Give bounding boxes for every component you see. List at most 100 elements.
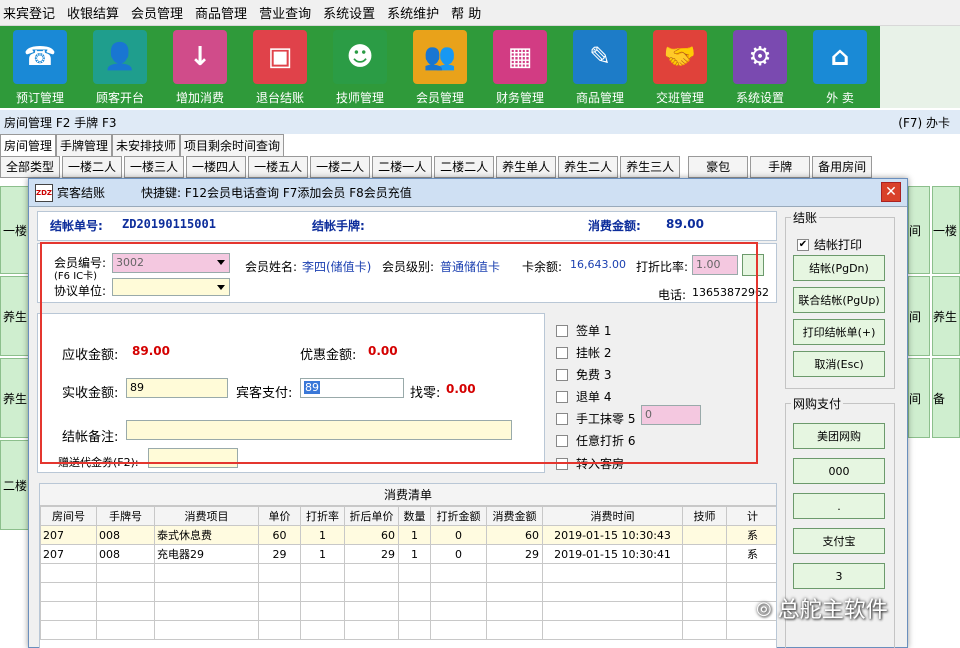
table-cell: 60: [258, 525, 301, 545]
table-row[interactable]: [40, 582, 776, 602]
table-cell: [40, 582, 97, 602]
column-header[interactable]: 消费项目: [154, 506, 259, 526]
room-type-tab[interactable]: 手牌: [750, 156, 811, 178]
table-cell: 29: [258, 544, 301, 564]
menu-item[interactable]: 来宾登记: [0, 3, 64, 22]
room-type-tab[interactable]: 豪包: [688, 156, 749, 178]
online-pay-button-3[interactable]: .: [793, 493, 885, 519]
room-tile[interactable]: 一楼: [932, 186, 960, 274]
sale-tag-icon: ↓: [173, 30, 227, 84]
toolbar-button[interactable]: ▦ 财务管理: [480, 26, 560, 108]
menu-item[interactable]: 帮 助: [448, 3, 490, 22]
meituan-button[interactable]: 美团网购: [793, 423, 885, 449]
table-cell: [486, 563, 543, 583]
table-cell: [398, 601, 431, 621]
room-tile[interactable]: 间: [908, 186, 930, 274]
table-cell: 008: [96, 544, 155, 564]
column-header[interactable]: 打折率: [300, 506, 345, 526]
room-type-tab[interactable]: 一楼二人: [62, 156, 123, 178]
toolbar-button[interactable]: 👤 顾客开台: [80, 26, 160, 108]
toolbar-button-label: 预订管理: [15, 91, 64, 105]
checkout-button[interactable]: 结帐(PgDn): [793, 255, 885, 281]
table-cell: [344, 601, 399, 621]
toolbar-button-label: 会员管理: [415, 91, 464, 105]
close-icon[interactable]: ✕: [881, 182, 901, 202]
column-header[interactable]: 手牌号: [96, 506, 155, 526]
table-cell: [430, 582, 487, 602]
print-bill-button[interactable]: 打印结帐单(+): [793, 319, 885, 345]
room-type-tab[interactable]: 全部类型: [0, 156, 61, 178]
table-cell: [682, 582, 727, 602]
table-row[interactable]: 207 008 充电器29 29 1 29 1 0 29 2019-01-15 10:30:41 系: [40, 544, 776, 564]
toolbar-button[interactable]: ⚙ 系统设置: [720, 26, 800, 108]
dialog-title: 宾客结账: [57, 186, 106, 200]
room-tile[interactable]: 养生: [0, 276, 30, 356]
table-cell: 1: [300, 525, 345, 545]
amount-value: 89.00: [666, 217, 704, 231]
menu-item[interactable]: 会员管理: [128, 3, 192, 22]
table-row[interactable]: [40, 620, 776, 640]
table-row[interactable]: [40, 601, 776, 621]
room-type-tab[interactable]: 养生二人: [558, 156, 619, 178]
room-tile[interactable]: 养生: [0, 358, 30, 438]
room-type-tab[interactable]: 二楼二人: [434, 156, 495, 178]
table-cell: 60: [486, 525, 543, 545]
toolbar-button[interactable]: ↓ 增加消费: [160, 26, 240, 108]
menu-item[interactable]: 收银结算: [64, 3, 128, 22]
column-header[interactable]: 技师: [682, 506, 727, 526]
menu-item[interactable]: 商品管理: [192, 3, 256, 22]
alipay-button[interactable]: 支付宝: [793, 528, 885, 554]
toolbar-button[interactable]: 👥 会员管理: [400, 26, 480, 108]
menu-item[interactable]: 营业查询: [256, 3, 320, 22]
room-tile[interactable]: 一楼: [0, 186, 30, 274]
room-type-tab[interactable]: 一楼三人: [124, 156, 185, 178]
column-header[interactable]: 单价: [258, 506, 301, 526]
room-type-tab[interactable]: 一楼五人: [248, 156, 309, 178]
card-shortcut[interactable]: (F7) 办卡: [898, 114, 960, 131]
online-pay-button-5[interactable]: 3: [793, 563, 885, 589]
main-tab[interactable]: 项目剩余时间查询: [180, 134, 285, 156]
room-type-tab[interactable]: 备用房间: [812, 156, 873, 178]
room-tile[interactable]: 间: [908, 358, 930, 438]
room-type-tab[interactable]: 一楼四人: [186, 156, 247, 178]
column-header[interactable]: 消费时间: [542, 506, 683, 526]
column-header[interactable]: 数量: [398, 506, 431, 526]
table-cell: [96, 582, 155, 602]
headset-person-icon: ☻: [333, 30, 387, 84]
print-receipt-checkbox[interactable]: ✔ 结帐打印: [797, 236, 862, 253]
menu-item[interactable]: 系统设置: [320, 3, 384, 22]
menu-item[interactable]: 系统维护: [384, 3, 448, 22]
toolbar-button[interactable]: ▣ 退台结账: [240, 26, 320, 108]
toolbar-button[interactable]: ☻ 技师管理: [320, 26, 400, 108]
tag-label: 结帐手牌:: [312, 219, 365, 233]
toolbar-button[interactable]: ⌂ 外 卖: [800, 26, 880, 108]
joint-checkout-button[interactable]: 联合结帐(PgUp): [793, 287, 885, 313]
room-type-tab[interactable]: 二楼一人: [372, 156, 433, 178]
column-header[interactable]: 折后单价: [344, 506, 399, 526]
table-row[interactable]: 207 008 泰式休息费 60 1 60 1 0 60 2019-01-15 10:30:43 系: [40, 525, 776, 545]
room-tile[interactable]: 备: [932, 358, 960, 438]
toolbar-button[interactable]: ✎ 商品管理: [560, 26, 640, 108]
consumption-list: 消费清单 房间号 手牌号 消费项目 单价 打折率 折后单价 数量 打折金额 消费金额 消费时间 技师…: [39, 483, 777, 648]
column-header[interactable]: 房间号: [40, 506, 97, 526]
cancel-button[interactable]: 取消(Esc): [793, 351, 885, 377]
room-type-tab[interactable]: 养生单人: [496, 156, 557, 178]
main-tab[interactable]: 手牌管理: [56, 134, 113, 156]
table-cell: [542, 582, 683, 602]
column-header[interactable]: 打折金额: [430, 506, 487, 526]
toolbar-button[interactable]: ☎ 预订管理: [0, 26, 80, 108]
room-tile[interactable]: 养生: [932, 276, 960, 356]
main-tab[interactable]: 房间管理: [0, 134, 57, 156]
room-type-tab[interactable]: 一楼二人: [310, 156, 371, 178]
toolbar-button-label: 外 卖: [826, 91, 854, 105]
column-header[interactable]: 计: [726, 506, 776, 526]
room-type-tab[interactable]: 养生三人: [620, 156, 681, 178]
main-tab[interactable]: 未安排技师: [112, 134, 181, 156]
toolbar-button[interactable]: 🤝 交班管理: [640, 26, 720, 108]
room-tile[interactable]: 二楼: [0, 440, 30, 530]
room-tile[interactable]: 间: [908, 276, 930, 356]
table-row[interactable]: [40, 563, 776, 583]
column-header[interactable]: 消费金额: [486, 506, 543, 526]
online-pay-button-2[interactable]: 000: [793, 458, 885, 484]
table-cell: [542, 563, 683, 583]
